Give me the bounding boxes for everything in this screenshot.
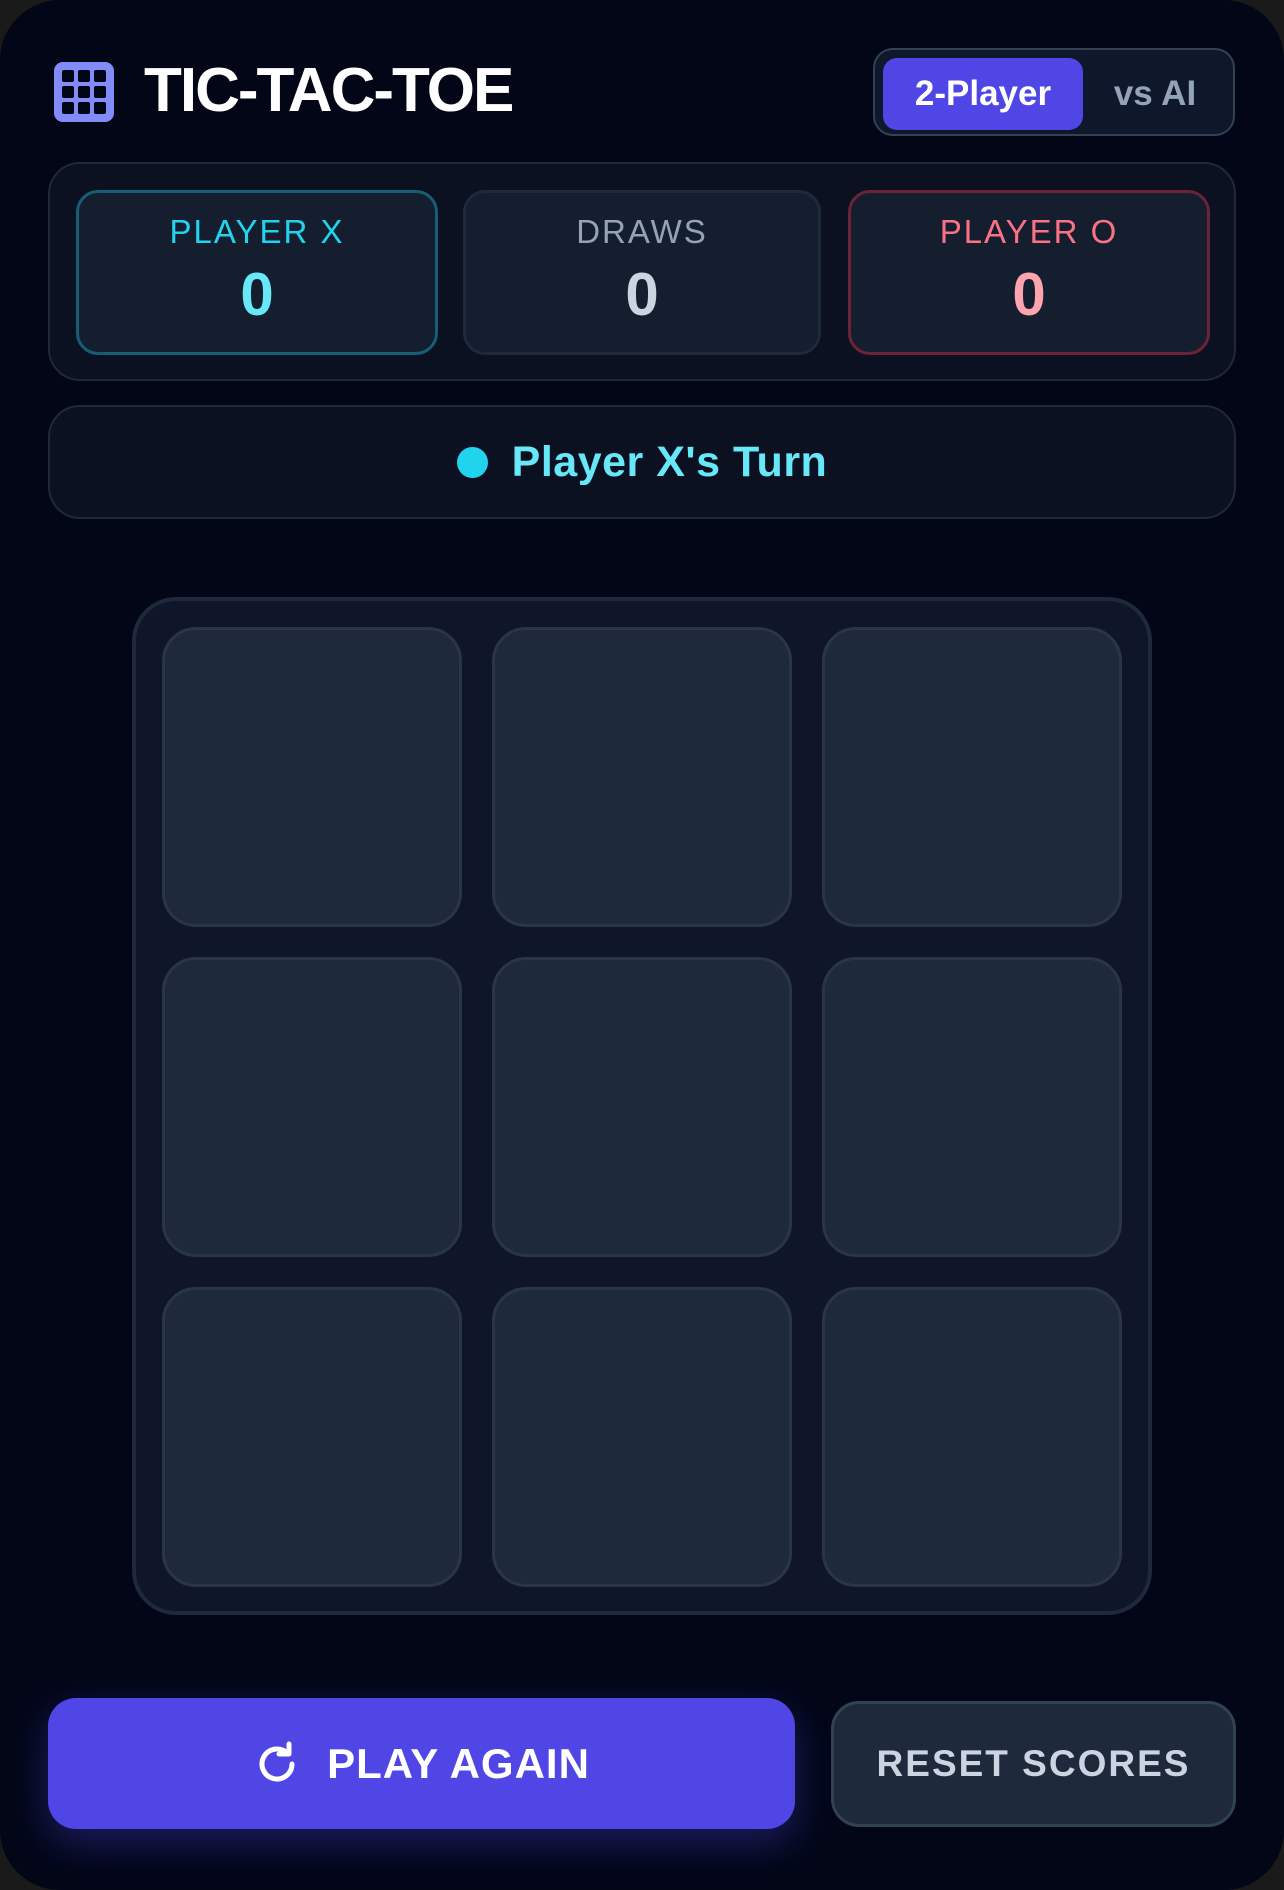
board-cell[interactable] (492, 957, 792, 1257)
score-value-player-x: 0 (240, 261, 274, 328)
turn-status: Player X's Turn (48, 405, 1236, 519)
board-cell[interactable] (162, 1287, 462, 1587)
turn-status-text: Player X's Turn (511, 437, 828, 486)
app-frame: TIC-TAC-TOE 2-Player vs AI PLAYER X 0 DR… (0, 0, 1284, 1890)
game-board (132, 597, 1152, 1615)
reset-scores-label: RESET SCORES (876, 1743, 1191, 1784)
score-label-player-x: PLAYER X (169, 213, 345, 250)
board-cell[interactable] (822, 627, 1122, 927)
play-again-label: PLAY AGAIN (327, 1739, 590, 1787)
mode-toggle: 2-Player vs AI (873, 48, 1235, 136)
grid-icon (54, 62, 114, 122)
board-cell[interactable] (492, 627, 792, 927)
turn-indicator-dot (456, 446, 488, 478)
score-value-draws: 0 (625, 261, 659, 328)
mode-2-player-button[interactable]: 2-Player (883, 58, 1083, 130)
scoreboard: PLAYER X 0 DRAWS 0 PLAYER O 0 (48, 162, 1236, 381)
board-cell[interactable] (162, 627, 462, 927)
mode-vs-ai-button[interactable]: vs AI (1083, 58, 1227, 130)
play-again-button[interactable]: PLAY AGAIN (48, 1698, 795, 1829)
score-value-player-o: 0 (1012, 261, 1046, 328)
score-label-draws: DRAWS (576, 213, 708, 250)
page-title: TIC-TAC-TOE (144, 56, 514, 125)
board-cell[interactable] (822, 1287, 1122, 1587)
score-card-player-x: PLAYER X 0 (76, 190, 438, 355)
score-label-player-o: PLAYER O (939, 213, 1119, 250)
board-cell[interactable] (492, 1287, 792, 1587)
board-cell[interactable] (162, 957, 462, 1257)
reset-scores-button[interactable]: RESET SCORES (831, 1701, 1236, 1827)
board-cell[interactable] (822, 957, 1122, 1257)
refresh-icon (259, 1741, 295, 1781)
score-card-draws: DRAWS 0 (463, 190, 821, 355)
score-card-player-o: PLAYER O 0 (848, 190, 1210, 355)
